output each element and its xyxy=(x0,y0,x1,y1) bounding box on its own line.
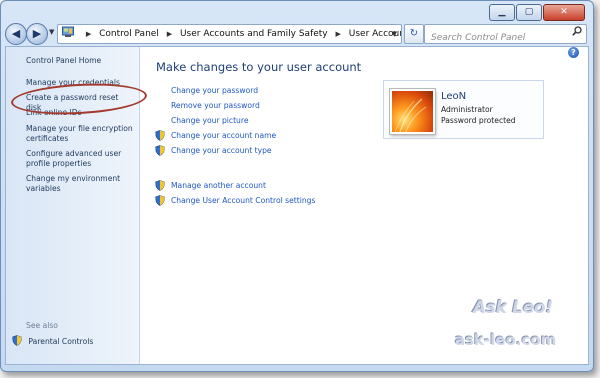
uac-shield-icon xyxy=(155,180,165,191)
back-button[interactable]: ◀ xyxy=(5,23,27,45)
search-icon[interactable] xyxy=(572,26,582,39)
change-picture-link[interactable]: Change your picture xyxy=(171,116,249,125)
breadcrumb-arrow-icon: ▶ xyxy=(85,30,92,38)
navigation-bar: ◀ ▶ ▼ ▶ Control Panel ▶ User Accounts an… xyxy=(5,22,589,47)
remove-password-link[interactable]: Remove your password xyxy=(171,101,260,110)
search-box xyxy=(424,24,587,47)
recent-pages-dropdown[interactable]: ▼ xyxy=(49,28,54,36)
task-sidebar: Control Panel Home Manage your credentia… xyxy=(6,47,148,364)
ask-leo-logo: Ask Leo! xyxy=(473,298,553,318)
manage-file-encryption-link[interactable]: Manage your file encryption certificates xyxy=(26,124,134,144)
search-input[interactable] xyxy=(429,29,573,47)
refresh-button[interactable]: ↻ xyxy=(404,24,424,44)
parental-controls-label: Parental Controls xyxy=(28,337,94,346)
change-password-link[interactable]: Change your password xyxy=(171,86,258,95)
maximize-button[interactable]: ▢ xyxy=(516,4,542,21)
uac-shield-icon xyxy=(155,145,165,156)
window-controls: ▁ ▢ ✕ xyxy=(488,4,585,21)
manage-another-account-link[interactable]: Manage another account xyxy=(155,180,266,191)
window-frame: ▁ ▢ ✕ ◀ ▶ ▼ ▶ Control Panel ▶ User Accou… xyxy=(0,0,594,372)
breadcrumb-arrow-icon[interactable]: ▶ xyxy=(336,30,341,38)
change-account-type-link[interactable]: Change your account type xyxy=(155,145,272,156)
change-account-name-link[interactable]: Change your account name xyxy=(155,130,277,141)
user-password-status: Password protected xyxy=(441,116,516,125)
configure-profile-properties-link[interactable]: Configure advanced user profile properti… xyxy=(26,149,134,169)
change-environment-variables-link[interactable]: Change my environment variables xyxy=(26,174,134,194)
change-account-name-label: Change your account name xyxy=(171,131,277,140)
uac-shield-icon xyxy=(155,195,165,206)
forward-button[interactable]: ▶ xyxy=(26,23,48,45)
help-icon[interactable]: ? xyxy=(568,47,579,58)
user-role: Administrator xyxy=(441,105,493,114)
content-area: Control Panel Home Manage your credentia… xyxy=(5,46,589,365)
see-also-heading: See also xyxy=(26,321,58,330)
manage-another-account-label: Manage another account xyxy=(171,181,266,190)
breadcrumb-control-panel[interactable]: Control Panel xyxy=(99,29,159,39)
page-title: Make changes to your user account xyxy=(156,60,362,74)
uac-shield-icon xyxy=(12,335,22,346)
close-button[interactable]: ✕ xyxy=(543,4,585,21)
parental-controls-link[interactable]: Parental Controls xyxy=(12,335,93,346)
address-bar[interactable]: ▶ Control Panel ▶ User Accounts and Fami… xyxy=(57,24,402,44)
change-uac-settings-link[interactable]: Change User Account Control settings xyxy=(155,195,316,206)
title-bar[interactable]: ▁ ▢ ✕ xyxy=(1,1,593,21)
user-name: LeoN xyxy=(441,91,467,102)
control-panel-icon xyxy=(62,26,74,37)
ask-leo-url-watermark: ask-leo.com xyxy=(455,331,557,349)
control-panel-home-link[interactable]: Control Panel Home xyxy=(26,56,134,66)
breadcrumb-arrow-icon[interactable]: ▶ xyxy=(167,30,172,38)
user-avatar[interactable] xyxy=(390,89,435,134)
change-uac-settings-label: Change User Account Control settings xyxy=(171,196,316,205)
address-dropdown-icon[interactable]: ▼ xyxy=(392,25,397,43)
breadcrumb-user-accounts-family-safety[interactable]: User Accounts and Family Safety xyxy=(180,29,328,39)
user-account-card: LeoN Administrator Password protected xyxy=(383,80,544,139)
flower-picture-icon xyxy=(394,98,427,132)
change-account-type-label: Change your account type xyxy=(171,146,272,155)
minimize-button[interactable]: ▁ xyxy=(489,4,515,21)
uac-shield-icon xyxy=(155,130,165,141)
